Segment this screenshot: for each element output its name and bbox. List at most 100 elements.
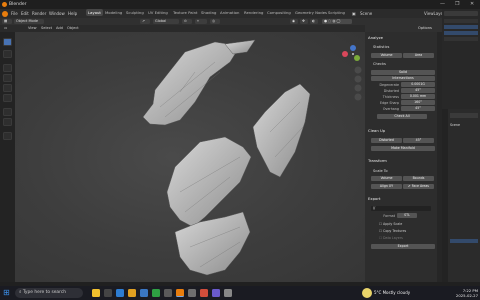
maximize-button[interactable]: ❐ [455, 0, 459, 9]
volume-scale-button[interactable]: Volume [371, 176, 402, 181]
tab-compositing[interactable]: Compositing [265, 9, 293, 16]
section-export[interactable]: Export [368, 196, 438, 202]
chrome-icon[interactable] [152, 289, 160, 297]
area-button[interactable]: Area [403, 53, 434, 58]
format-selector[interactable]: STL [397, 213, 417, 218]
overlay-icon[interactable]: ◐ [310, 19, 318, 24]
properties-tabs[interactable] [442, 109, 448, 282]
tab-scripting[interactable]: Scripting [326, 9, 347, 16]
export-path-field[interactable]: // [371, 206, 431, 211]
section-analyze[interactable]: Analyze [368, 35, 438, 41]
close-button[interactable]: ✕ [470, 0, 474, 9]
menu-view[interactable]: View [28, 25, 37, 32]
mode-selector[interactable]: Object Mode [14, 19, 44, 24]
tab-texture-paint[interactable]: Texture Paint [171, 9, 200, 16]
app-icon[interactable] [212, 289, 220, 297]
menu-window[interactable]: Window [49, 9, 65, 18]
menu-render[interactable]: Render [32, 9, 46, 18]
copilot-icon[interactable] [92, 289, 100, 297]
editor-type-icon[interactable]: ▦ [2, 19, 12, 24]
minimize-button[interactable]: — [440, 0, 445, 9]
app-icon[interactable] [224, 289, 232, 297]
tab-layout[interactable]: Layout [86, 9, 103, 16]
system-tray[interactable]: 7:22 PM 2025-02-27 [456, 286, 478, 300]
outliner[interactable] [442, 9, 480, 109]
menu-file[interactable]: File [11, 9, 18, 18]
shading-modes[interactable]: ● ◌ ◍ ◯ [322, 19, 352, 24]
transform-tool-icon[interactable] [3, 94, 12, 102]
task-view-icon[interactable] [104, 289, 112, 297]
add-cube-tool-icon[interactable] [3, 132, 12, 140]
outliner-row[interactable] [444, 37, 478, 41]
taskbar-search[interactable]: ⌕ Type here to search [15, 288, 83, 298]
move-tool-icon[interactable] [3, 64, 12, 72]
proportional-icon[interactable]: ◎ [210, 19, 220, 24]
menu-select[interactable]: Select [41, 25, 52, 32]
outliner-row-selected[interactable] [444, 31, 478, 35]
cleanup-distorted-button[interactable]: Distorted [371, 138, 402, 143]
apply-scale-checkbox[interactable]: ☐ Apply Scale [379, 222, 402, 226]
weather-icon[interactable] [362, 288, 372, 298]
app-icon[interactable] [164, 289, 172, 297]
tab-modeling[interactable]: Modeling [103, 9, 124, 16]
pivot-icon[interactable]: ⊙ [182, 19, 192, 24]
tab-geometry-nodes[interactable]: Geometry Nodes [293, 9, 329, 16]
menu-edit[interactable]: Edit [21, 9, 29, 18]
tab-uv-editing[interactable]: UV Editing [146, 9, 170, 16]
weather-text[interactable]: 5°C Mostly cloudy [374, 290, 410, 295]
thickness-field[interactable]: 0.001 mm [401, 94, 435, 99]
scene-selector[interactable]: Scene [360, 9, 372, 18]
distorted-field[interactable]: 45° [401, 88, 435, 93]
store-icon[interactable] [140, 289, 148, 297]
menu-add[interactable]: Add [56, 25, 63, 32]
options-menu-right[interactable]: Options [418, 25, 432, 32]
section-transform[interactable]: Transform [368, 158, 438, 164]
measure-tool-icon[interactable] [3, 118, 12, 126]
cursor-tool-icon[interactable]: ↗ [140, 19, 150, 24]
tab-shading[interactable]: Shading [199, 9, 218, 16]
annotate-tool-icon[interactable] [3, 108, 12, 116]
select-box-tool-icon[interactable] [3, 38, 12, 46]
menu-help[interactable]: Help [68, 9, 77, 18]
visibility-icon[interactable]: ◉ [290, 19, 298, 24]
blender-menu-icon[interactable] [2, 10, 8, 17]
edge-sharp-field[interactable]: 160° [401, 100, 435, 105]
windows-start-icon[interactable]: ⊞ [3, 289, 11, 297]
3d-viewport[interactable] [15, 32, 365, 282]
check-all-button[interactable]: Check All [377, 114, 427, 119]
tab-sculpting[interactable]: Sculpting [124, 9, 146, 16]
app-icon[interactable] [200, 289, 208, 297]
outliner-search[interactable] [444, 11, 478, 16]
degenerate-field[interactable]: 0.0001G [401, 82, 435, 87]
tab-rendering[interactable]: Rendering [242, 9, 265, 16]
align-xy-button[interactable]: Align XY [371, 184, 402, 189]
data-layers-checkbox[interactable]: ☐ Data Layers [379, 236, 403, 240]
cursor-tool-icon[interactable] [3, 50, 12, 58]
solid-button[interactable]: Solid [371, 70, 435, 75]
toggle-toolbar-icon[interactable]: ▭ [2, 26, 12, 31]
tab-animation[interactable]: Animation [218, 9, 241, 16]
outliner-row-selected[interactable] [444, 25, 478, 29]
outliner-row[interactable] [444, 19, 478, 23]
section-cleanup[interactable]: Clean Up [368, 128, 438, 134]
export-button[interactable]: Export [371, 244, 435, 249]
app-icon[interactable] [188, 289, 196, 297]
rotate-tool-icon[interactable] [3, 74, 12, 82]
face-areas-checkbox[interactable]: ✔ Face Areas [403, 184, 434, 189]
properties-search[interactable] [450, 113, 478, 118]
properties-row[interactable] [450, 239, 478, 243]
menu-object[interactable]: Object [67, 25, 79, 32]
make-manifold-button[interactable]: Make Manifold [371, 146, 435, 151]
edge-icon[interactable] [116, 289, 124, 297]
orientation-selector[interactable]: Global [153, 19, 179, 24]
cleanup-distorted-angle[interactable]: 45° [403, 138, 434, 143]
intersections-button[interactable]: Intersections [371, 76, 435, 81]
file-explorer-icon[interactable] [128, 289, 136, 297]
properties-editor[interactable]: Scene [442, 109, 480, 282]
volume-button[interactable]: Volume [371, 53, 402, 58]
gizmo-icon[interactable]: ✥ [300, 19, 308, 24]
bounds-button[interactable]: Bounds [403, 176, 434, 181]
copy-textures-checkbox[interactable]: ☐ Copy Textures [379, 229, 406, 233]
overhang-field[interactable]: 45° [401, 106, 435, 111]
blender-taskbar-icon[interactable] [176, 289, 184, 297]
